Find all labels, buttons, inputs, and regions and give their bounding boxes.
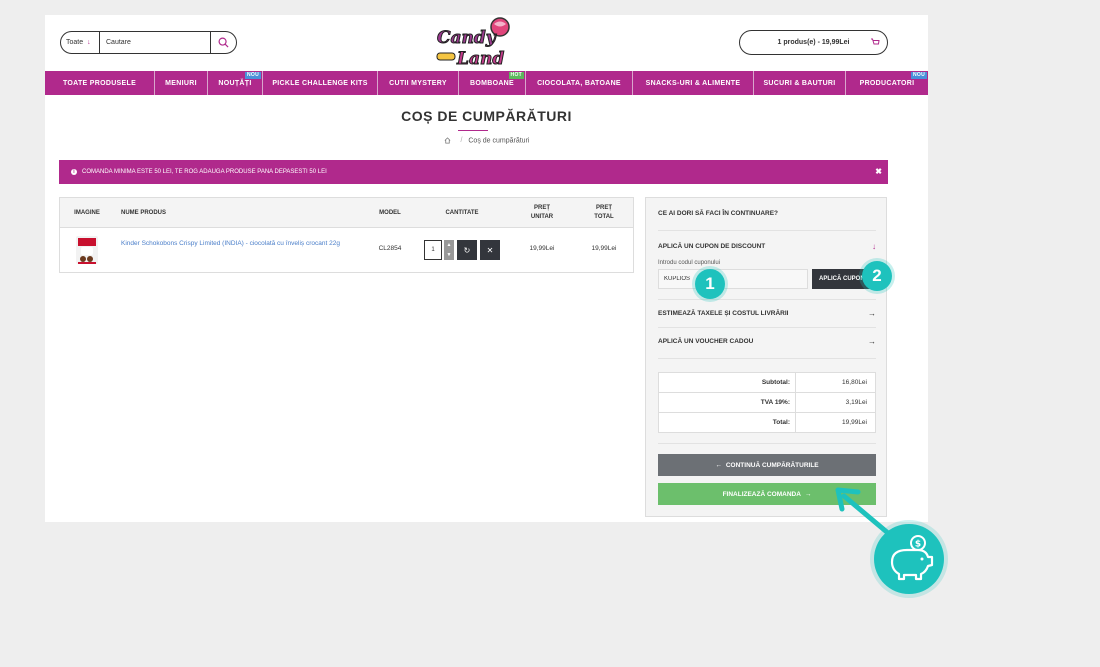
candy-land-logo[interactable]: Candy Land	[429, 15, 519, 71]
piggy-bank-badge: $	[874, 524, 944, 594]
total-row: Total: 19,99Lei	[659, 413, 875, 433]
cart-summary: 1 produs(e) - 19,99Lei	[777, 39, 850, 46]
divider	[658, 358, 876, 359]
alert-text: COMANDA MINIMA ESTE 50 LEI, TE ROG ADAUG…	[82, 169, 327, 175]
cart-icon	[871, 38, 880, 45]
search-bar: Toate ↓	[60, 31, 237, 54]
arrow-right-icon: →	[868, 309, 876, 318]
nav-item-meniuri[interactable]: MENIURI	[155, 71, 208, 95]
product-name-link[interactable]: Kinder Schokobons Crispy Limited (INDIA)…	[121, 239, 356, 248]
step-marker-1: 1	[695, 269, 725, 299]
search-button[interactable]	[210, 32, 236, 53]
search-input[interactable]	[100, 32, 210, 53]
nav-item-cutii-mystery[interactable]: CUTII MYSTERY	[378, 71, 459, 95]
col-quantity: CANTITATE	[445, 209, 479, 216]
col-image: IMAGINE	[74, 209, 100, 216]
new-badge: NOU	[910, 72, 927, 79]
nav-item-bomboane[interactable]: BOMBOANE HOT	[459, 71, 526, 95]
breadcrumb-current[interactable]: Coș de cumpărături	[468, 137, 529, 144]
col-total-price: PREȚ TOTAL	[594, 205, 614, 220]
nav-item-producatori[interactable]: PRODUCATORI NOU	[846, 71, 928, 95]
close-icon[interactable]: ✖	[875, 167, 882, 176]
search-category-label: Toate	[66, 39, 84, 46]
table-row: Kinder Schokobons Crispy Limited (INDIA)…	[60, 228, 633, 272]
coupon-label: Introdu codul cuponului	[658, 260, 721, 266]
cart-table: IMAGINE NUME PRODUS MODEL CANTITATE PREȚ…	[59, 197, 634, 273]
page-container: Toate ↓ Candy Land 1 produs(e) - 19,99Le…	[45, 15, 928, 522]
new-badge: NOU	[244, 72, 261, 79]
nav-item-toate-produsele[interactable]: TOATE PRODUSELE	[45, 71, 155, 95]
quantity-input[interactable]: 1	[424, 240, 442, 260]
piggy-bank-icon: $	[890, 535, 934, 581]
main-nav: TOATE PRODUSELE MENIURI NOUȚĂȚI NOU PICKL…	[45, 71, 928, 95]
unit-price: 19,99Lei	[529, 245, 555, 252]
chevron-up-icon[interactable]: ▲	[447, 242, 452, 248]
nav-item-ciocolata[interactable]: CIOCOLATA, BATOANE	[526, 71, 633, 95]
col-name: NUME PRODUS	[121, 209, 167, 216]
remove-button[interactable]: ✕	[480, 240, 500, 260]
quantity-stepper: 1 ▲ ▼ ↻ ✕	[424, 240, 500, 260]
refresh-button[interactable]: ↻	[457, 240, 477, 260]
vat-row: TVA 19%: 3,19Lei	[659, 393, 875, 413]
minimum-order-alert: i COMANDA MINIMA ESTE 50 LEI, TE ROG ADA…	[59, 160, 888, 184]
quantity-arrows[interactable]: ▲ ▼	[444, 240, 454, 260]
totals-table: Subtotal: 16,80Lei TVA 19%: 3,19Lei Tota…	[658, 372, 876, 433]
divider	[658, 230, 876, 231]
nav-item-sucuri[interactable]: SUCURI & BAUTURI	[754, 71, 846, 95]
breadcrumb-separator: /	[460, 137, 463, 145]
cart-button[interactable]: 1 produs(e) - 19,99Lei	[739, 30, 888, 55]
divider	[658, 327, 876, 328]
divider	[658, 299, 876, 300]
svg-text:Candy: Candy	[437, 28, 497, 48]
product-model: CL2854	[378, 245, 402, 252]
step-marker-2: 2	[862, 261, 892, 291]
chevron-down-icon: ↓	[87, 39, 91, 46]
close-icon: ✕	[486, 245, 494, 255]
chevron-down-icon[interactable]: ▼	[447, 252, 452, 258]
total-price: 19,99Lei	[591, 245, 617, 252]
voucher-accordion[interactable]: APLICĂ UN VOUCHER CADOU →	[658, 337, 876, 346]
table-header: IMAGINE NUME PRODUS MODEL CANTITATE PREȚ…	[60, 198, 633, 228]
col-unit-price: PREȚ UNITAR	[530, 205, 554, 220]
subtotal-row: Subtotal: 16,80Lei	[659, 373, 875, 393]
arrow-right-icon: →	[868, 337, 876, 346]
breadcrumb: / Coș de cumpărături	[45, 137, 928, 144]
arrow-left-icon: ←	[715, 461, 722, 469]
arrow-down-icon: ↓	[872, 242, 876, 251]
page-title: COȘ DE CUMPĂRĂTURI	[401, 108, 572, 124]
hot-badge: HOT	[508, 72, 524, 79]
col-model: MODEL	[379, 209, 401, 216]
arrow-right-icon: →	[804, 490, 812, 498]
continue-shopping-button[interactable]: ← CONTINUĂ CUMPĂRĂTURILE	[658, 454, 876, 476]
nav-item-pickle-challenge[interactable]: PICKLE CHALLENGE KITS	[263, 71, 378, 95]
home-icon[interactable]	[444, 137, 451, 144]
shipping-accordion[interactable]: ESTIMEAZĂ TAXELE ȘI COSTUL LIVRĂRII →	[658, 309, 876, 318]
checkout-panel: CE AI DORI SĂ FACI ÎN CONTINUARE? APLICĂ…	[645, 197, 887, 517]
title-underline	[458, 130, 488, 131]
nav-item-snacks[interactable]: SNACKS-URI & ALIMENTE	[633, 71, 754, 95]
panel-heading: CE AI DORI SĂ FACI ÎN CONTINUARE?	[658, 210, 779, 217]
coupon-accordion[interactable]: APLICĂ UN CUPON DE DISCOUNT ↓	[658, 242, 876, 251]
search-icon	[218, 37, 229, 48]
product-image[interactable]	[73, 233, 101, 267]
refresh-icon: ↻	[463, 245, 471, 255]
svg-text:Land: Land	[456, 49, 504, 69]
nav-item-noutati[interactable]: NOUȚĂȚI NOU	[208, 71, 263, 95]
info-icon: i	[71, 169, 77, 175]
divider	[658, 443, 876, 444]
svg-text:$: $	[915, 540, 921, 550]
search-category-select[interactable]: Toate ↓	[61, 32, 100, 53]
coupon-input[interactable]	[658, 269, 808, 289]
